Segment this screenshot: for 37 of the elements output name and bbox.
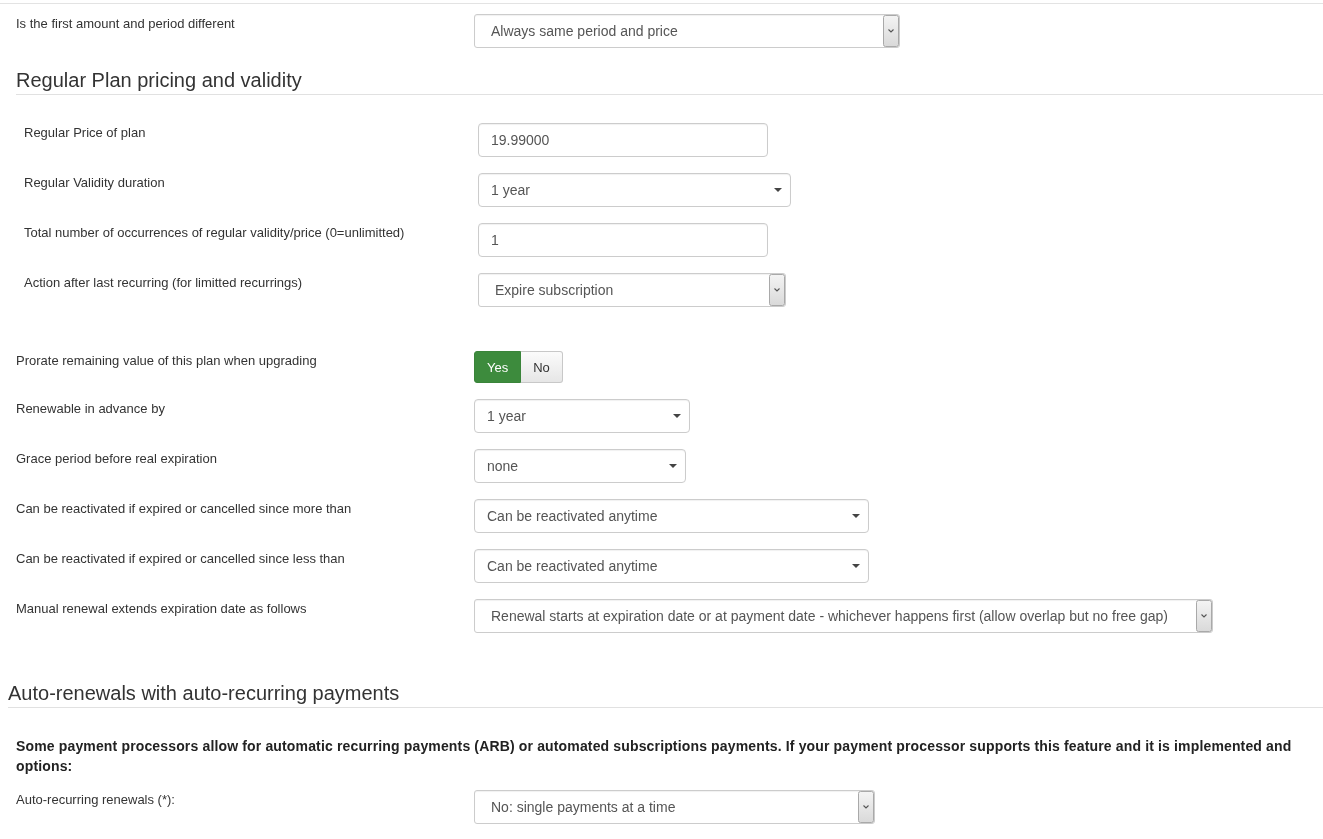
caret-down-icon [669,464,677,468]
caret-down-icon [774,188,782,192]
select-field[interactable]: 1 year [474,399,690,433]
field-label: Renewable in advance by [16,400,165,418]
section-heading: Auto-renewals with auto-recurring payments [8,681,400,705]
chevron-down-icon [858,791,874,823]
caret-down-icon [673,414,681,418]
notice-text: Some payment processors allow for automatic recurring payments (ARB) or automated subscriptions payments. If your payment processor supports this feature and it is implemented and options: [16,737,1292,776]
caret-down-icon [852,564,860,568]
field-label: Manual renewal extends expiration date as follows [16,600,307,618]
field-label: Can be reactivated if expired or cancelled since more than [16,500,352,518]
select-field[interactable]: Can be reactivated anytime [474,499,869,533]
select-field[interactable]: Expire subscription [478,273,786,307]
select-field[interactable]: Can be reactivated anytime [474,549,869,583]
toggle-option[interactable]: No [521,351,563,383]
field-label: Regular Validity duration [24,174,165,192]
field-label: Auto-recurring renewals (*): [16,791,175,809]
chevron-down-icon [769,274,785,306]
field-label: Action after last recurring (for limitted recurrings) [24,274,303,292]
toggle-option[interactable]: Yes [474,351,522,383]
select-field[interactable]: Renewal starts at expiration date or at payment date - whichever happens first (allow overlap but no free gap) [474,599,1213,633]
field-label: Regular Price of plan [24,124,146,142]
field-label: Total number of occurrences of regular validity/price (0=unlimitted) [24,224,405,242]
field-label: Can be reactivated if expired or cancelled since less than [16,550,345,568]
text-input[interactable]: 1 [478,223,768,257]
chevron-down-icon [1196,600,1212,632]
caret-down-icon [852,514,860,518]
select-field[interactable]: Always same period and price [474,14,900,48]
field-label: Is the first amount and period different [16,15,235,33]
chevron-down-icon [883,15,899,47]
select-field[interactable]: 1 year [478,173,791,207]
text-input[interactable]: 19.99000 [478,123,768,157]
field-label: Prorate remaining value of this plan when upgrading [16,352,317,370]
section-heading: Regular Plan pricing and validity [16,68,302,92]
select-field[interactable]: none [474,449,686,483]
field-label: Grace period before real expiration [16,450,217,468]
select-field[interactable]: No: single payments at a time [474,790,875,824]
